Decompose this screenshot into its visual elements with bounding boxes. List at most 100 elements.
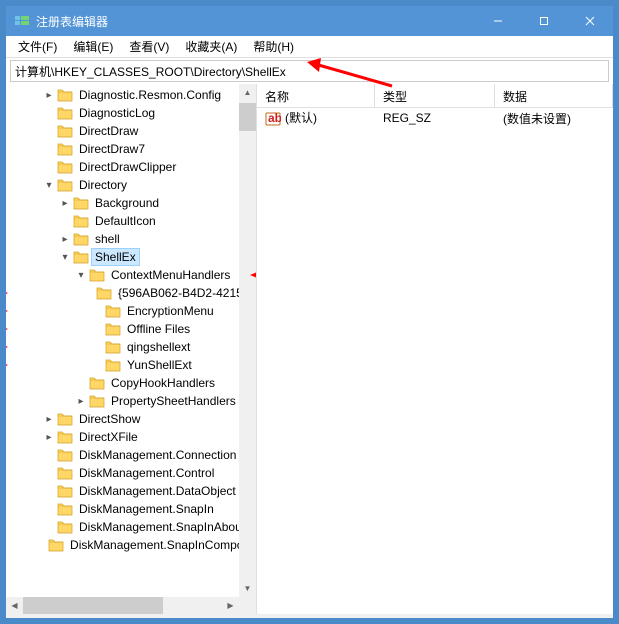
tree-node[interactable]: ▸Offline Files	[6, 320, 256, 338]
tree-node-label: DefaultIcon	[95, 214, 156, 228]
tree-node-label: {596AB062-B4D2-4215-9F74-E9109B0A8153}	[118, 286, 256, 300]
tree-node[interactable]: ▾Directory	[6, 176, 256, 194]
registry-tree[interactable]: ▸Diagnostic.Resmon.Config▸DiagnosticLog▸…	[6, 84, 256, 556]
expand-icon[interactable]: ▸	[58, 198, 72, 209]
maximize-button[interactable]	[521, 6, 567, 36]
folder-icon	[57, 502, 73, 516]
scroll-thumb-horizontal[interactable]	[23, 597, 163, 614]
minimize-button[interactable]	[475, 6, 521, 36]
column-data[interactable]: 数据	[495, 84, 613, 107]
tree-node[interactable]: ▾ShellEx	[6, 248, 256, 266]
menu-file[interactable]: 文件(F)	[10, 36, 65, 57]
scroll-right-button[interactable]: ▶	[222, 597, 239, 614]
tree-node-label: shell	[95, 232, 120, 246]
tree-node[interactable]: ▸ shell	[6, 230, 256, 248]
tree-node[interactable]: ▸{596AB062-B4D2-4215-9F74-E9109B0A8153}	[6, 284, 256, 302]
menu-favorites[interactable]: 收藏夹(A)	[177, 36, 245, 57]
tree-node[interactable]: ▸Diagnostic.Resmon.Config	[6, 86, 256, 104]
string-value-icon: ab	[265, 111, 281, 127]
expand-icon[interactable]: ▸	[74, 396, 88, 407]
tree-node-label: PropertySheetHandlers	[111, 394, 236, 408]
column-type[interactable]: 类型	[375, 84, 495, 107]
tree-node-label: Offline Files	[127, 322, 190, 336]
tree-node[interactable]: ▸EncryptionMenu	[6, 302, 256, 320]
scroll-down-button[interactable]: ▼	[239, 580, 256, 597]
collapse-icon[interactable]: ▾	[58, 252, 72, 263]
tree-node-label: EncryptionMenu	[127, 304, 214, 318]
column-name[interactable]: 名称	[257, 84, 375, 107]
statusbar	[6, 614, 613, 618]
list-row[interactable]: ab (默认) REG_SZ (数值未设置)	[257, 108, 613, 128]
menu-view[interactable]: 查看(V)	[121, 36, 177, 57]
folder-icon	[73, 250, 89, 264]
address-text: 计算机\HKEY_CLASSES_ROOT\Directory\ShellEx	[15, 63, 286, 80]
tree-node[interactable]: ▸YunShellExt	[6, 356, 256, 374]
tree-node-label: DiskManagement.Control	[79, 466, 214, 480]
tree-node-label: DiskManagement.SnapIn	[79, 502, 214, 516]
tree-node-label: YunShellExt	[127, 358, 192, 372]
scroll-left-button[interactable]: ◀	[6, 597, 23, 614]
tree-node[interactable]: ▸DiagnosticLog	[6, 104, 256, 122]
tree-node[interactable]: ▸ Background	[6, 194, 256, 212]
folder-icon	[89, 394, 105, 408]
content-area: ▸Diagnostic.Resmon.Config▸DiagnosticLog▸…	[6, 84, 613, 614]
tree-node[interactable]: ▸DirectShow	[6, 410, 256, 428]
folder-icon	[105, 358, 121, 372]
tree-node[interactable]: ▸DirectDrawClipper	[6, 158, 256, 176]
tree-node-label: DiskManagement.SnapInAbout	[79, 520, 245, 534]
registry-editor-window: 注册表编辑器 文件(F) 编辑(E) 查看(V) 收藏夹(A) 帮助(H) 计算…	[5, 5, 614, 619]
tree-node[interactable]: ▸DiskManagement.Connection	[6, 446, 256, 464]
tree-pane: ▸Diagnostic.Resmon.Config▸DiagnosticLog▸…	[6, 84, 257, 614]
folder-icon	[57, 412, 73, 426]
close-button[interactable]	[567, 6, 613, 36]
menu-help[interactable]: 帮助(H)	[245, 36, 302, 57]
tree-node[interactable]: ▸qingshellext	[6, 338, 256, 356]
folder-icon	[48, 538, 64, 552]
address-bar[interactable]: 计算机\HKEY_CLASSES_ROOT\Directory\ShellEx	[10, 60, 609, 82]
tree-node[interactable]: ▸DiskManagement.SnapInAbout	[6, 518, 256, 536]
tree-node-label: ContextMenuHandlers	[111, 268, 230, 282]
folder-icon	[105, 304, 121, 318]
tree-scrollbar-vertical[interactable]: ▲ ▼	[239, 84, 256, 597]
tree-node-label: DirectDraw7	[79, 142, 145, 156]
expand-icon[interactable]: ▸	[42, 414, 56, 425]
list-header: 名称 类型 数据	[257, 84, 613, 108]
collapse-icon[interactable]: ▾	[74, 270, 88, 281]
tree-node[interactable]: ▸DirectDraw7	[6, 140, 256, 158]
tree-node[interactable]: ▸DiskManagement.Control	[6, 464, 256, 482]
scroll-up-button[interactable]: ▲	[239, 84, 256, 101]
folder-icon	[96, 286, 112, 300]
tree-node[interactable]: ▸ PropertySheetHandlers	[6, 392, 256, 410]
tree-node[interactable]: ▸DiskManagement.DataObject	[6, 482, 256, 500]
expand-icon[interactable]: ▸	[58, 234, 72, 245]
tree-node-label: DiskManagement.DataObject	[79, 484, 236, 498]
folder-icon	[73, 214, 89, 228]
scroll-thumb-vertical[interactable]	[239, 103, 256, 131]
tree-node-label: DirectDraw	[79, 124, 138, 138]
folder-icon	[57, 142, 73, 156]
tree-scrollbar-horizontal[interactable]: ◀ ▶	[6, 597, 239, 614]
tree-node-label: DiskManagement.SnapInComponent	[70, 538, 256, 552]
list-pane: 名称 类型 数据 ab (默认) REG_SZ (数值未设置)	[257, 84, 613, 614]
collapse-icon[interactable]: ▾	[42, 180, 56, 191]
tree-node[interactable]: ▾ ContextMenuHandlers	[6, 266, 256, 284]
tree-node[interactable]: ▸DiskManagement.SnapInComponent	[6, 536, 256, 554]
expand-icon[interactable]: ▸	[42, 90, 56, 101]
tree-node-label: Background	[95, 196, 159, 210]
titlebar[interactable]: 注册表编辑器	[6, 6, 613, 36]
folder-icon	[105, 322, 121, 336]
tree-node[interactable]: ▸DirectXFile	[6, 428, 256, 446]
window-title: 注册表编辑器	[36, 13, 475, 30]
folder-icon	[105, 340, 121, 354]
folder-icon	[57, 124, 73, 138]
tree-node-label: DiskManagement.Connection	[79, 448, 236, 462]
tree-node[interactable]: ▸DiskManagement.SnapIn	[6, 500, 256, 518]
folder-icon	[73, 196, 89, 210]
scrollbar-corner	[239, 597, 256, 614]
tree-node[interactable]: ▸DirectDraw	[6, 122, 256, 140]
tree-node[interactable]: ▸CopyHookHandlers	[6, 374, 256, 392]
folder-icon	[57, 430, 73, 444]
menu-edit[interactable]: 编辑(E)	[65, 36, 121, 57]
tree-node[interactable]: ▸DefaultIcon	[6, 212, 256, 230]
expand-icon[interactable]: ▸	[42, 432, 56, 443]
